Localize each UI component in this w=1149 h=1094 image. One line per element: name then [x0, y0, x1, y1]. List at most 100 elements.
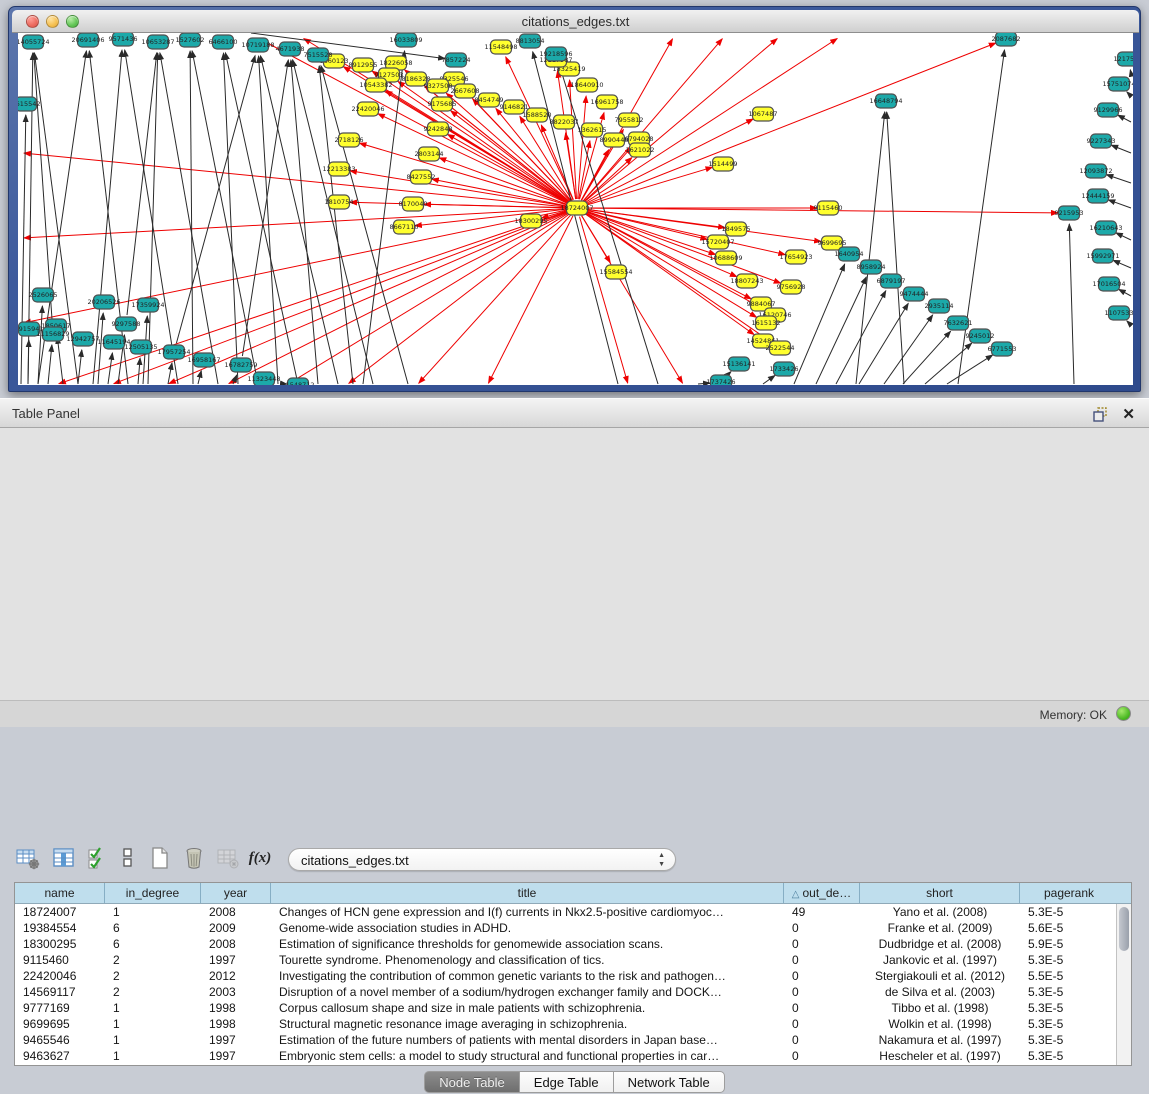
- graph-node[interactable]: 16961758: [590, 95, 623, 109]
- graph-node[interactable]: 20691406: [71, 33, 104, 47]
- table-row[interactable]: 1830029562008Estimation of significance …: [15, 936, 1131, 952]
- column-header-name[interactable]: name: [15, 883, 105, 903]
- graph-node[interactable]: 9297588: [112, 317, 141, 331]
- graph-node[interactable]: 8912955: [349, 58, 378, 72]
- network-canvas[interactable]: 1872400786601238912955182260589127503818…: [18, 33, 1133, 385]
- graph-node[interactable]: 9175685: [428, 97, 457, 111]
- tab-network-table[interactable]: Network Table: [614, 1071, 725, 1093]
- float-window-icon[interactable]: [1093, 407, 1109, 422]
- scrollbar-thumb[interactable]: [1119, 907, 1129, 951]
- table-row[interactable]: 1938455462009Genome-wide association stu…: [15, 920, 1131, 936]
- graph-node[interactable]: 2803144: [415, 147, 444, 161]
- delete-column-icon[interactable]: [180, 844, 208, 872]
- graph-node[interactable]: 6879197: [877, 274, 906, 288]
- graph-node[interactable]: 1810754: [325, 195, 354, 209]
- graph-node[interactable]: 11548712: [281, 378, 314, 385]
- graph-node[interactable]: 2522544: [766, 341, 795, 355]
- graph-node[interactable]: 9215953: [1055, 206, 1084, 220]
- graph-node[interactable]: 16033809: [389, 33, 422, 47]
- graph-node[interactable]: 12093872: [1079, 164, 1112, 178]
- graph-node[interactable]: 18807243: [730, 274, 763, 288]
- graph-node[interactable]: 4671938: [276, 42, 305, 56]
- graph-node[interactable]: 9115460: [814, 201, 843, 215]
- graph-node[interactable]: 10653287: [141, 35, 174, 49]
- graph-node[interactable]: 7857224: [442, 53, 471, 67]
- graph-node[interactable]: 1107533: [1105, 306, 1133, 320]
- graph-node[interactable]: 9327508: [424, 79, 453, 93]
- graph-node[interactable]: 17016504: [1092, 277, 1125, 291]
- graph-node[interactable]: 1588520: [523, 108, 552, 122]
- graph-node[interactable]: 6466100: [209, 35, 238, 49]
- graph-node[interactable]: 16782759: [224, 358, 257, 372]
- new-column-icon[interactable]: [146, 844, 174, 872]
- graph-node[interactable]: 1514499: [709, 157, 738, 171]
- table-row[interactable]: 1456911722003Disruption of a novel membe…: [15, 984, 1131, 1000]
- graph-node[interactable]: 8667110: [390, 220, 419, 234]
- graph-node[interactable]: 1615132: [752, 316, 781, 330]
- graph-node[interactable]: 1737426: [707, 375, 736, 385]
- graph-node[interactable]: 15136141: [722, 357, 755, 371]
- graph-node[interactable]: 7955812: [615, 113, 644, 127]
- graph-node[interactable]: 9242848: [424, 122, 453, 136]
- graph-node[interactable]: 9756928: [777, 280, 806, 294]
- column-header-title[interactable]: title: [271, 883, 784, 903]
- graph-node[interactable]: 1362615: [578, 123, 607, 137]
- graph-node[interactable]: 8813054: [516, 34, 545, 48]
- graph-node[interactable]: 8822037: [550, 115, 579, 129]
- window-titlebar[interactable]: citations_edges.txt: [12, 10, 1139, 33]
- graph-node[interactable]: 15751074: [1102, 77, 1133, 91]
- graph-node[interactable]: 8958924: [857, 260, 886, 274]
- graph-node[interactable]: 17654923: [779, 250, 812, 264]
- graph-node[interactable]: 15584554: [599, 265, 632, 279]
- vertical-scrollbar[interactable]: [1116, 904, 1131, 1065]
- table-row[interactable]: 946554611997Estimation of the future num…: [15, 1032, 1131, 1048]
- graph-node[interactable]: 12942757: [66, 332, 99, 346]
- table-row[interactable]: 911546021997Tourette syndrome. Phenomeno…: [15, 952, 1131, 968]
- graph-node[interactable]: 15720407: [701, 235, 734, 249]
- select-rows-icon[interactable]: [84, 844, 112, 872]
- graph-node[interactable]: 9227343: [1087, 134, 1116, 148]
- table-row[interactable]: 969969511998Structural magnetic resonanc…: [15, 1016, 1131, 1032]
- graph-node[interactable]: 1621022: [626, 143, 655, 157]
- graph-node[interactable]: 1527602: [176, 33, 205, 47]
- graph-node[interactable]: 9129966: [1094, 103, 1123, 117]
- graph-node[interactable]: 12444159: [1081, 189, 1114, 203]
- graph-node[interactable]: 16648794: [869, 94, 902, 108]
- graph-node[interactable]: 1640954: [835, 247, 864, 261]
- column-header-in_degree[interactable]: in_degree: [105, 883, 201, 903]
- table-row[interactable]: 946362711997Embryonic stem cells: a mode…: [15, 1048, 1131, 1064]
- column-header-out_de[interactable]: △out_de…: [784, 883, 860, 903]
- column-header-pagerank[interactable]: pagerank: [1020, 883, 1118, 903]
- graph-node[interactable]: 11156829: [36, 327, 69, 341]
- table-selector-combobox[interactable]: citations_edges.txt ▲▼: [288, 848, 676, 871]
- graph-node[interactable]: 9571436: [109, 33, 138, 46]
- graph-node[interactable]: 6771553: [988, 342, 1017, 356]
- graph-node[interactable]: 16210643: [1089, 221, 1122, 235]
- tab-node-table[interactable]: Node Table: [424, 1071, 520, 1093]
- graph-node[interactable]: 9474444: [900, 287, 929, 301]
- table-row[interactable]: 977716911998Corpus callosum shape and si…: [15, 1000, 1131, 1016]
- table-row[interactable]: 2242004622012Investigating the contribut…: [15, 968, 1131, 984]
- graph-node[interactable]: 18640910: [570, 78, 603, 92]
- tab-edge-table[interactable]: Edge Table: [520, 1071, 614, 1093]
- graph-node[interactable]: 10719188: [241, 38, 274, 52]
- graph-node[interactable]: 17359924: [131, 298, 164, 312]
- table-row[interactable]: 1872400712008Changes of HCN gene express…: [15, 904, 1131, 920]
- network-view-window[interactable]: citations_edges.txt 18724007866012389129…: [8, 6, 1141, 392]
- graph-node[interactable]: 2935114: [925, 299, 954, 313]
- stepper-arrows-icon[interactable]: ▲▼: [658, 851, 665, 869]
- table-mode-icon[interactable]: [14, 844, 42, 872]
- close-panel-icon[interactable]: ✕: [1122, 405, 1135, 423]
- graph-node[interactable]: 2087682: [992, 33, 1021, 46]
- graph-node[interactable]: 2718126: [335, 133, 364, 147]
- graph-node[interactable]: 2526065: [29, 288, 58, 302]
- graph-node[interactable]: 9245012: [966, 329, 995, 343]
- graph-node[interactable]: 7632621: [944, 316, 973, 330]
- graph-node[interactable]: 2615542: [18, 97, 40, 111]
- graph-node[interactable]: 1067487: [749, 107, 778, 121]
- show-columns-icon[interactable]: [50, 844, 78, 872]
- graph-node[interactable]: 1733426: [770, 362, 799, 376]
- graph-node[interactable]: 8427552: [407, 170, 436, 184]
- function-builder-icon[interactable]: f(x): [246, 844, 274, 872]
- graph-node[interactable]: 10688609: [709, 251, 742, 265]
